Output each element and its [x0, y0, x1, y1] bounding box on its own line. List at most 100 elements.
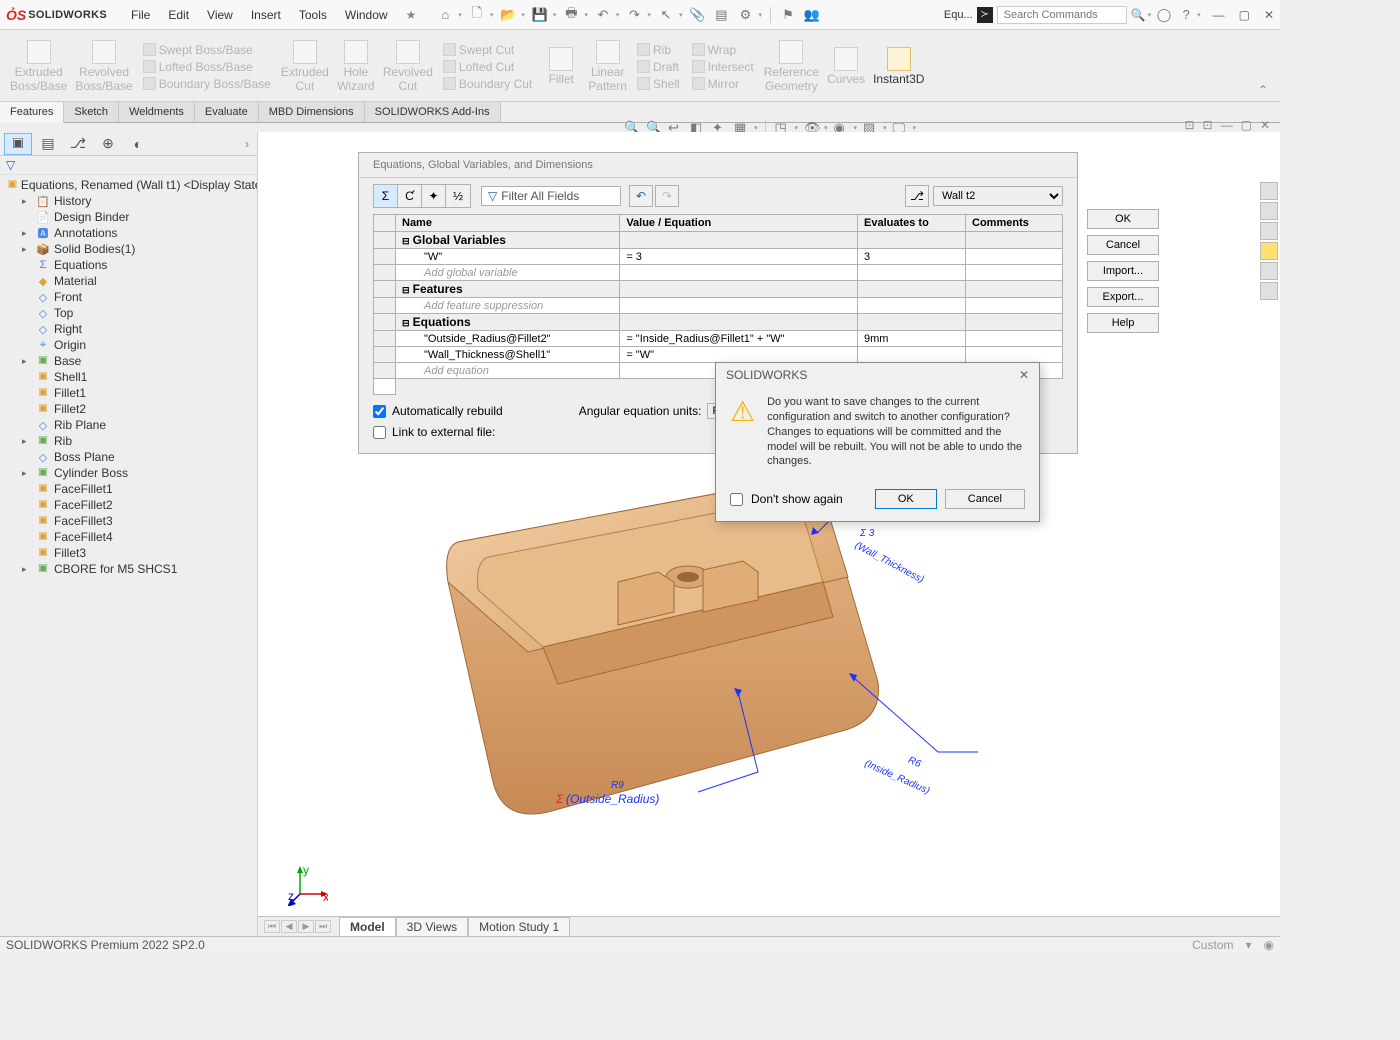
rib-button[interactable]: Rib — [635, 42, 682, 58]
tree-item[interactable]: 🞕Fillet3 — [0, 545, 257, 561]
eq-export-button[interactable]: Export... — [1087, 287, 1159, 307]
tree-item[interactable]: 🞕Fillet2 — [0, 401, 257, 417]
tab-evaluate[interactable]: Evaluate — [195, 102, 259, 122]
eq-view-3-icon[interactable]: ✦ — [422, 185, 446, 207]
tab-3dviews[interactable]: 3D Views — [396, 917, 468, 937]
tree-item[interactable]: 🞕FaceFillet2 — [0, 497, 257, 513]
mirror-button[interactable]: Mirror — [690, 76, 756, 92]
tree-item[interactable]: 📄Design Binder — [0, 209, 257, 225]
col-comments[interactable]: Comments — [966, 215, 1063, 232]
redo-icon[interactable]: ↷ — [625, 6, 643, 24]
undo-icon[interactable]: ↶ — [594, 6, 612, 24]
col-name[interactable]: Name — [396, 215, 620, 232]
curves-button[interactable]: Curves — [827, 47, 865, 86]
eq-help-button[interactable]: Help — [1087, 313, 1159, 333]
config-tab[interactable]: ⎇ — [64, 133, 92, 155]
eq-ok-button[interactable]: OK — [1087, 209, 1159, 229]
command-prompt-icon[interactable]: ≻ — [977, 7, 993, 23]
modal-ok-button[interactable]: OK — [875, 489, 937, 509]
swept-boss-button[interactable]: Swept Boss/Base — [141, 42, 273, 58]
dont-show-again-checkbox[interactable]: Don't show again — [730, 492, 843, 506]
select-icon[interactable]: ↖ — [657, 6, 675, 24]
tab-sketch[interactable]: Sketch — [64, 102, 119, 122]
gv-val-cell[interactable]: = 3 — [620, 249, 858, 265]
config-icon[interactable]: ⎇ — [905, 185, 929, 207]
user-icon[interactable]: ◯ — [1155, 6, 1173, 24]
pin-icon[interactable]: 📎 — [688, 6, 706, 24]
eq-undo-icon[interactable]: ↶ — [629, 185, 653, 207]
tab-motion[interactable]: Motion Study 1 — [468, 917, 570, 937]
tree-item[interactable]: 🞕Shell1 — [0, 369, 257, 385]
collapse-ribbon-icon[interactable]: ⌃ — [1252, 79, 1274, 101]
boundary-boss-button[interactable]: Boundary Boss/Base — [141, 76, 273, 92]
tree-item[interactable]: ΣEquations — [0, 257, 257, 273]
section-features[interactable]: ⊟ Features — [396, 281, 620, 298]
eq-import-button[interactable]: Import... — [1087, 261, 1159, 281]
eq-view-2-icon[interactable]: Ƈ — [398, 185, 422, 207]
save-icon[interactable]: 💾 — [531, 6, 549, 24]
lofted-cut-button[interactable]: Lofted Cut — [441, 59, 534, 75]
extruded-boss-button[interactable]: ExtrudedBoss/Base — [10, 40, 67, 92]
tab-weldments[interactable]: Weldments — [119, 102, 195, 122]
menu-tools[interactable]: Tools — [291, 4, 335, 26]
tabs-prev-icon[interactable]: ◀ — [281, 920, 297, 933]
status-units-icon[interactable]: ◉ — [1264, 938, 1274, 952]
panel-expand-icon[interactable]: › — [241, 137, 253, 151]
tree-item[interactable]: ▸🞕Rib — [0, 433, 257, 449]
section-equations[interactable]: ⊟ Equations — [396, 314, 620, 331]
maximize-button[interactable]: ▢ — [1239, 8, 1250, 22]
eq-row-1-name[interactable]: "Outside_Radius@Fillet2" — [396, 331, 620, 347]
rail-appear-icon[interactable] — [1260, 262, 1278, 280]
section-global-vars[interactable]: ⊟ Global Variables — [396, 232, 620, 249]
eq-redo-icon[interactable]: ↷ — [655, 185, 679, 207]
lofted-boss-button[interactable]: Lofted Boss/Base — [141, 59, 273, 75]
linear-pattern-button[interactable]: LinearPattern — [588, 40, 627, 92]
fillet-button[interactable]: Fillet — [549, 47, 574, 86]
reference-geometry-button[interactable]: ReferenceGeometry — [764, 40, 819, 92]
modal-close-icon[interactable]: ✕ — [1019, 368, 1029, 382]
tree-item[interactable]: ▸🞕CBORE for M5 SHCS1 — [0, 561, 257, 577]
doc-restore-icon[interactable]: ▢ — [1241, 118, 1252, 132]
display-tab[interactable]: ◐ — [124, 133, 152, 155]
list-icon[interactable]: ▤ — [712, 6, 730, 24]
print-icon[interactable]: 🖶 — [562, 6, 580, 24]
tree-root[interactable]: 🞕Equations, Renamed (Wall t1) <Display S… — [0, 177, 257, 193]
hole-wizard-button[interactable]: HoleWizard — [337, 40, 374, 92]
menu-view[interactable]: View — [199, 4, 241, 26]
doc-close-icon[interactable]: ✕ — [1260, 118, 1270, 132]
tab-features[interactable]: Features — [0, 102, 64, 123]
tree-item[interactable]: ◇Rib Plane — [0, 417, 257, 433]
tree-item[interactable]: ◇Right — [0, 321, 257, 337]
config-select[interactable]: Wall t2 — [933, 186, 1063, 206]
search-icon[interactable]: 🔍 — [1131, 8, 1146, 22]
rail-home-icon[interactable] — [1260, 182, 1278, 200]
eq-row-2-name[interactable]: "Wall_Thickness@Shell1" — [396, 347, 620, 363]
tree-item[interactable]: ◇Boss Plane — [0, 449, 257, 465]
rail-custom-icon[interactable] — [1260, 282, 1278, 300]
gv-name-cell[interactable]: "W" — [396, 249, 620, 265]
tree-item[interactable]: 🞕FaceFillet4 — [0, 529, 257, 545]
tabs-first-icon[interactable]: ⏮ — [264, 920, 280, 933]
close-button[interactable]: ✕ — [1264, 8, 1274, 22]
revolved-boss-button[interactable]: RevolvedBoss/Base — [75, 40, 132, 92]
modal-cancel-button[interactable]: Cancel — [945, 489, 1025, 509]
tabs-next-icon[interactable]: ▶ — [298, 920, 314, 933]
tree-item[interactable]: ▸🅰Annotations — [0, 225, 257, 241]
status-caret-icon[interactable]: ▾ — [1245, 938, 1251, 952]
col-evaluates[interactable]: Evaluates to — [858, 215, 966, 232]
tree-item[interactable]: ⌖Origin — [0, 337, 257, 353]
revolved-cut-button[interactable]: RevolvedCut — [383, 40, 433, 92]
equations-filter-input[interactable]: ▽Filter All Fields — [481, 186, 621, 206]
eq-cancel-button[interactable]: Cancel — [1087, 235, 1159, 255]
tabs-last-icon[interactable]: ⏭ — [315, 920, 331, 933]
new-icon[interactable]: 🗋 — [468, 6, 486, 24]
property-tab[interactable]: ▤ — [34, 133, 62, 155]
tree-item[interactable]: ▸🞕Cylinder Boss — [0, 465, 257, 481]
users-icon[interactable]: 👥 — [803, 6, 821, 24]
tree-item[interactable]: ◆Material — [0, 273, 257, 289]
flag-icon[interactable]: ⚑ — [779, 6, 797, 24]
options-icon[interactable]: ⚙ — [736, 6, 754, 24]
draft-button[interactable]: Draft — [635, 59, 682, 75]
eq-view-1-icon[interactable]: Σ — [374, 185, 398, 207]
swept-cut-button[interactable]: Swept Cut — [441, 42, 534, 58]
